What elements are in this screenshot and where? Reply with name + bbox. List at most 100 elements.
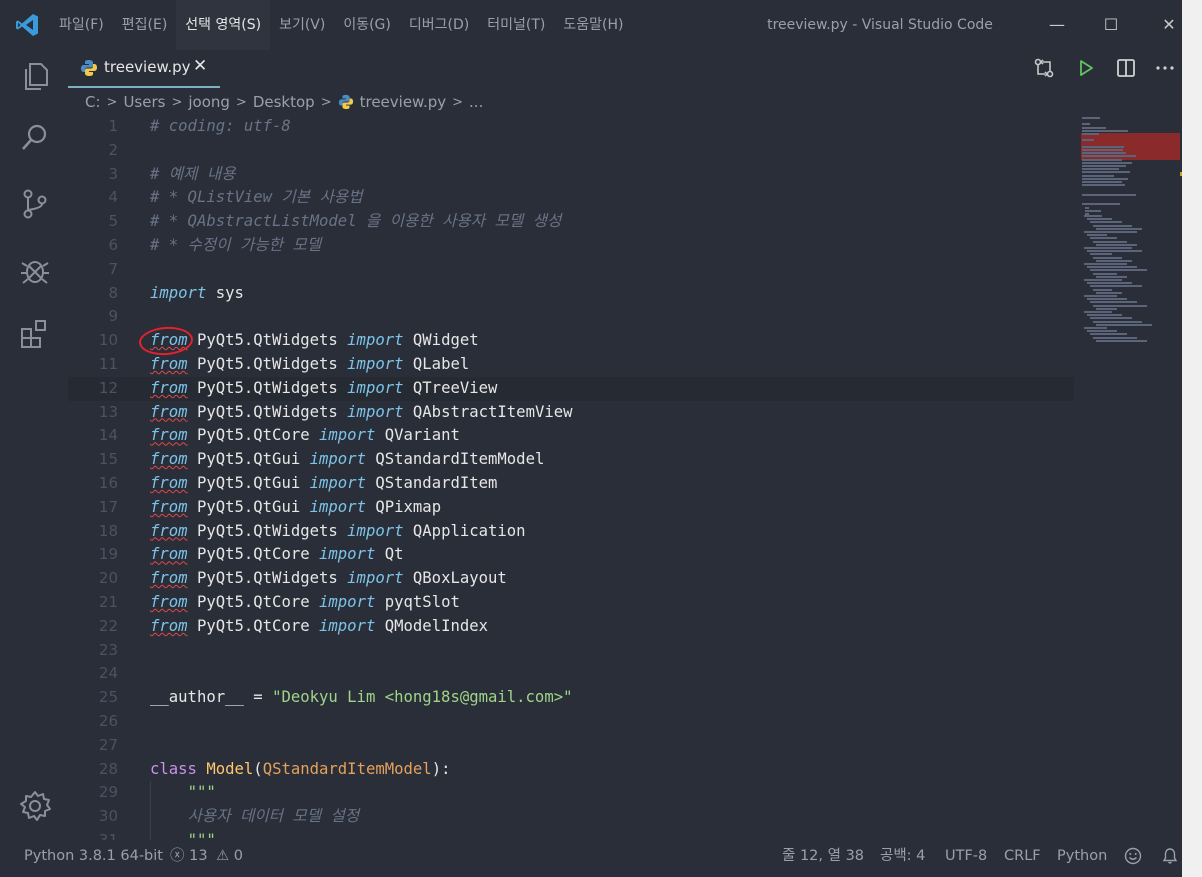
code-line[interactable]: 20 from PyQt5.QtWidgets import QBoxLayout xyxy=(68,567,1074,591)
extensions-icon[interactable] xyxy=(17,316,53,352)
minimap-line xyxy=(1082,168,1120,171)
warning-icon: ⚠ xyxy=(216,848,230,864)
encoding[interactable]: UTF-8 xyxy=(945,840,987,872)
language-mode[interactable]: Python xyxy=(1057,840,1107,872)
settings-gear-icon[interactable] xyxy=(17,788,53,824)
code-line[interactable]: 10 from PyQt5.QtWidgets import QWidget xyxy=(68,329,1074,353)
code-line[interactable]: 28 class Model(QStandardItemModel): xyxy=(68,758,1074,782)
tab-treeview-py[interactable]: treeview.py ✕ xyxy=(68,50,220,88)
line-ending[interactable]: CRLF xyxy=(1004,840,1041,872)
menu-help[interactable]: 도움말(H) xyxy=(554,0,632,50)
breadcrumb-drive[interactable]: C: xyxy=(85,93,101,111)
code-line[interactable]: 22 from PyQt5.QtCore import QModelIndex xyxy=(68,615,1074,639)
code-editor[interactable]: 1 # coding: utf-8 2 3 # 예제 내용 4 # * QListView … xyxy=(68,115,1078,840)
code-line[interactable]: 31 """ xyxy=(68,829,1074,840)
minimap-line xyxy=(1082,171,1130,174)
maximize-button[interactable]: ☐ xyxy=(1082,0,1140,50)
menu-view[interactable]: 보기(V) xyxy=(270,0,334,50)
tab-close-icon[interactable]: ✕ xyxy=(193,56,207,76)
split-editor-icon[interactable] xyxy=(1115,57,1137,79)
comment-token: # * 수정이 가능한 모델 xyxy=(150,236,322,254)
breadcrumb-joong[interactable]: joong xyxy=(188,93,230,111)
minimap[interactable] xyxy=(1080,115,1180,345)
search-icon[interactable] xyxy=(17,120,53,156)
code-line[interactable]: 15 from PyQt5.QtGui import QStandardItemM… xyxy=(68,448,1074,472)
code-line[interactable]: 26 xyxy=(68,710,1074,734)
code-text: from PyQt5.QtGui import QPixmap xyxy=(150,496,441,520)
identifier-token: __author__ = xyxy=(150,688,273,707)
code-line[interactable]: 8 import sys xyxy=(68,282,1074,306)
code-text: """ xyxy=(150,829,216,840)
minimap-line xyxy=(1082,126,1106,129)
code-line[interactable]: 13 from PyQt5.QtWidgets import QAbstractI… xyxy=(68,401,1074,425)
keyword-token: from xyxy=(150,497,188,516)
code-line[interactable]: 30 사용자 데이터 모델 설정 xyxy=(68,805,1074,829)
code-line[interactable]: 27 xyxy=(68,734,1074,758)
code-line[interactable]: 18 from PyQt5.QtWidgets import QApplicati… xyxy=(68,520,1074,544)
menu-selection[interactable]: 선택 영역(S) xyxy=(176,0,271,50)
code-line[interactable]: 4 # * QListView 기본 사용법 xyxy=(68,186,1074,210)
vscode-logo-icon[interactable] xyxy=(14,12,40,38)
chevron-right-icon: > xyxy=(106,94,118,110)
explorer-icon[interactable] xyxy=(17,58,53,94)
identifier-token: PyQt5.QtGui xyxy=(196,450,301,469)
notifications-bell-icon[interactable] xyxy=(1161,847,1179,865)
close-window-button[interactable]: ✕ xyxy=(1140,0,1182,50)
menu-debug[interactable]: 디버그(D) xyxy=(400,0,478,50)
code-line[interactable]: 9 xyxy=(68,305,1074,329)
code-line[interactable]: 16 from PyQt5.QtGui import QStandardItem xyxy=(68,472,1074,496)
identifier-token: PyQt5.QtCore xyxy=(196,426,310,445)
code-line[interactable]: 7 xyxy=(68,258,1074,282)
identifier-token: QBoxLayout xyxy=(412,569,507,588)
code-line[interactable]: 6 # * 수정이 가능한 모델 xyxy=(68,234,1074,258)
line-number: 19 xyxy=(98,545,118,564)
code-line[interactable]: 25 __author__ = "Deokyu Lim <hong18s@gmai… xyxy=(68,686,1074,710)
code-line[interactable]: 17 from PyQt5.QtGui import QPixmap xyxy=(68,496,1074,520)
code-text: # * 수정이 가능한 모델 xyxy=(150,234,321,258)
more-actions-icon[interactable] xyxy=(1154,57,1176,79)
keyword-token: import xyxy=(347,402,404,421)
open-changes-icon[interactable] xyxy=(1033,57,1055,79)
code-text: from PyQt5.QtCore import pyqtSlot xyxy=(150,591,460,615)
identifier-token: Qt xyxy=(384,545,404,564)
code-text: from PyQt5.QtWidgets import QAbstractIte… xyxy=(150,401,573,425)
breadcrumb-file[interactable]: treeview.py xyxy=(360,93,447,111)
python-interpreter[interactable]: Python 3.8.1 64-bit xyxy=(24,840,163,872)
minimap-line xyxy=(1082,158,1122,161)
menu-file[interactable]: 파일(F) xyxy=(50,0,113,50)
breadcrumb-desktop[interactable]: Desktop xyxy=(253,93,315,111)
keyword-token: from xyxy=(150,402,188,421)
code-line[interactable]: 21 from PyQt5.QtCore import pyqtSlot xyxy=(68,591,1074,615)
problems-indicator[interactable]: ⓧ 13 ⚠ 0 xyxy=(170,840,243,872)
source-control-icon[interactable] xyxy=(17,186,53,222)
identifier-token: PyQt5.QtWidgets xyxy=(196,331,338,350)
code-line[interactable]: 11 from PyQt5.QtWidgets import QLabel xyxy=(68,353,1074,377)
code-line[interactable]: 5 # * QAbstractListModel 을 이용한 사용자 모델 생성 xyxy=(68,210,1074,234)
run-python-icon[interactable] xyxy=(1075,57,1097,79)
cursor-position[interactable]: 줄 12, 열 38 xyxy=(782,840,864,872)
keyword-token: from xyxy=(150,355,188,373)
indentation[interactable]: 공백: 4 xyxy=(880,840,925,872)
debug-icon[interactable] xyxy=(17,252,53,288)
breadcrumb-users[interactable]: Users xyxy=(123,93,165,111)
code-line[interactable]: 12 from PyQt5.QtWidgets import QTreeView xyxy=(68,376,1074,401)
minimap-line xyxy=(1087,218,1112,221)
breadcrumb-symbols[interactable]: ... xyxy=(469,93,483,111)
menu-terminal[interactable]: 터미널(T) xyxy=(478,0,554,50)
code-line[interactable]: 1 # coding: utf-8 xyxy=(68,115,1074,139)
minimize-button[interactable]: — xyxy=(1028,0,1086,50)
code-line[interactable]: 23 xyxy=(68,639,1074,663)
menu-edit[interactable]: 편집(E) xyxy=(113,0,177,50)
minimap-line xyxy=(1096,227,1142,230)
code-line[interactable]: 2 xyxy=(68,139,1074,163)
feedback-smiley-icon[interactable] xyxy=(1124,847,1142,865)
code-line[interactable]: 24 xyxy=(68,662,1074,686)
identifier-token: PyQt5.QtGui xyxy=(196,497,301,516)
code-line[interactable]: 29 """ xyxy=(68,781,1074,805)
code-text: __author__ = "Deokyu Lim <hong18s@gmail.… xyxy=(150,686,573,710)
code-line[interactable]: 14 from PyQt5.QtCore import QVariant xyxy=(68,424,1074,448)
code-line[interactable]: 19 from PyQt5.QtCore import Qt xyxy=(68,543,1074,567)
menu-go[interactable]: 이동(G) xyxy=(334,0,400,50)
code-line[interactable]: 3 # 예제 내용 xyxy=(68,163,1074,187)
activity-bar xyxy=(0,50,68,840)
